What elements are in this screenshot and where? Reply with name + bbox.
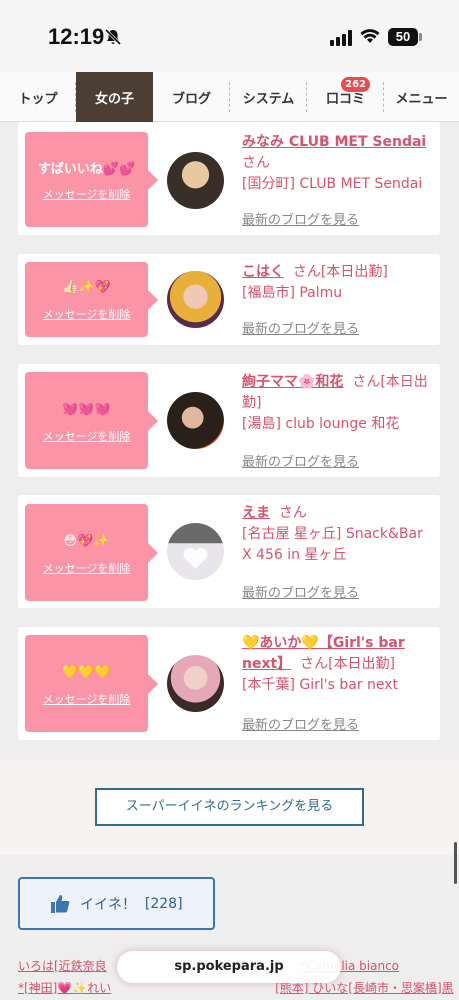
browser-url-bar[interactable]: sp.pokepara.jp [117, 951, 341, 983]
nav-item-girls[interactable]: 女の子 [76, 72, 153, 122]
ranking-button[interactable]: スーパーイイネのランキングを見る [95, 788, 364, 826]
like-label: イイネ！ [80, 896, 136, 913]
girl-name-link[interactable]: えま [242, 505, 270, 521]
message-bubble: 💓💓💓 メッセージを削除 [25, 372, 158, 469]
main-nav: トップ 女の子 ブログ システム 口コミ 262 メニュー [0, 72, 459, 122]
heart-icon [183, 547, 208, 569]
reviews-count-badge: 262 [341, 77, 370, 92]
avatar[interactable] [167, 655, 224, 712]
nav-label: メニュー [395, 91, 448, 107]
girl-name-link[interactable]: みなみ CLUB MET Sendai [242, 134, 426, 150]
bell-muted-icon [104, 28, 122, 46]
avatar[interactable] [167, 523, 224, 580]
nav-item-top[interactable]: トップ [0, 72, 76, 122]
delete-message-link[interactable]: メッセージを削除 [25, 306, 148, 322]
nav-item-blog[interactable]: ブログ [153, 72, 230, 122]
message-bubble: すばいいね💕💕 メッセージを削除 [25, 132, 158, 227]
nav-label: システム [242, 91, 295, 107]
clock: 12:19 [48, 24, 105, 49]
like-count: [228] [144, 895, 183, 912]
shop-name: [湯島] club lounge 和花 [242, 416, 400, 432]
avatar[interactable] [167, 271, 224, 328]
girl-name-link[interactable]: 絢子ママ🌸和花 [242, 374, 343, 390]
latest-blog-link[interactable]: 最新のブログを見る [242, 714, 359, 733]
latest-blog-link[interactable]: 最新のブログを見る [242, 209, 359, 228]
avatar[interactable] [167, 152, 224, 209]
nav-label: トップ [18, 91, 58, 107]
honorific: さん [278, 505, 307, 521]
honorific: さん[本日出勤] [300, 656, 396, 672]
honorific: さん[本日出勤] [292, 264, 388, 280]
like-button[interactable]: イイネ！ [228] [18, 877, 215, 930]
girl-info: みなみ CLUB MET Sendai さん [国分町] CLUB MET Se… [242, 132, 432, 195]
wifi-icon [360, 29, 380, 43]
delete-message-link[interactable]: メッセージを削除 [25, 560, 148, 576]
battery-tip [419, 33, 422, 41]
list-item: 💓💓💓 メッセージを削除 絢子ママ🌸和花 さん[本日出勤] [湯島] club … [18, 364, 440, 477]
liked-by-link[interactable]: いろは[近鉄奈良 [18, 959, 107, 973]
nav-label: ブログ [171, 91, 211, 107]
thumbs-up-icon [51, 894, 70, 913]
message-bubble: 😳💖✨ メッセージを削除 [25, 504, 158, 601]
message-text: 👍🏻✨💖 [62, 280, 111, 295]
battery-indicator: 50 [388, 28, 418, 46]
delete-message-link[interactable]: メッセージを削除 [25, 186, 148, 202]
scrollbar[interactable] [454, 842, 457, 884]
status-bar: 12:19 50 [0, 0, 459, 72]
message-text: 💛💛💛 [62, 665, 111, 680]
cellular-signal-icon [330, 30, 352, 46]
shop-name: [福島市] Palmu [242, 285, 343, 301]
girl-info: 絢子ママ🌸和花 さん[本日出勤] [湯島] club lounge 和花 [242, 372, 432, 435]
list-item: すばいいね💕💕 メッセージを削除 みなみ CLUB MET Sendai さん … [18, 122, 440, 235]
latest-blog-link[interactable]: 最新のブログを見る [242, 582, 359, 601]
girl-info: えま さん [名古屋 星ヶ丘] Snack&Bar X 456 in 星ヶ丘 [242, 503, 432, 566]
list-item: 😳💖✨ メッセージを削除 えま さん [名古屋 星ヶ丘] Snack&Bar X… [18, 495, 440, 608]
nav-label: 女の子 [94, 91, 134, 107]
message-bubble: 👍🏻✨💖 メッセージを削除 [25, 262, 158, 337]
delete-message-link[interactable]: メッセージを削除 [25, 691, 148, 707]
nav-item-menu[interactable]: メニュー [384, 72, 459, 122]
list-item: 👍🏻✨💖 メッセージを削除 こはく さん[本日出勤] [福島市] Palmu 最… [18, 254, 440, 345]
liked-by-link[interactable]: [熊本] ひいな[長崎市・思案橋]黒 [275, 981, 454, 995]
latest-blog-link[interactable]: 最新のブログを見る [242, 451, 359, 470]
message-text: 💓💓💓 [62, 402, 111, 417]
list-item: 💛💛💛 メッセージを削除 💛あいか💛【Girl's bar next】 さん[本… [18, 627, 440, 740]
girl-info: 💛あいか💛【Girl's bar next】 さん[本日出勤] [本千葉] Gi… [242, 633, 432, 696]
message-text: すばいいね💕💕 [37, 162, 136, 177]
shop-name: [国分町] CLUB MET Sendai [242, 176, 423, 192]
nav-item-reviews[interactable]: 口コミ 262 [307, 72, 384, 122]
message-text: 😳💖✨ [63, 534, 110, 549]
nav-item-system[interactable]: システム [230, 72, 307, 122]
delete-message-link[interactable]: メッセージを削除 [25, 428, 148, 444]
girl-name-link[interactable]: こはく [242, 264, 284, 280]
shop-name: [名古屋 星ヶ丘] Snack&Bar X 456 in 星ヶ丘 [242, 526, 423, 563]
message-bubble: 💛💛💛 メッセージを削除 [25, 635, 158, 732]
liked-by-link[interactable]: *[神田]💗✨れい [18, 981, 111, 995]
honorific: さん [242, 155, 270, 171]
latest-blog-link[interactable]: 最新のブログを見る [242, 318, 359, 337]
shop-name: [本千葉] Girl's bar next [242, 677, 399, 693]
avatar[interactable] [167, 392, 224, 449]
girl-info: こはく さん[本日出勤] [福島市] Palmu [242, 262, 432, 304]
